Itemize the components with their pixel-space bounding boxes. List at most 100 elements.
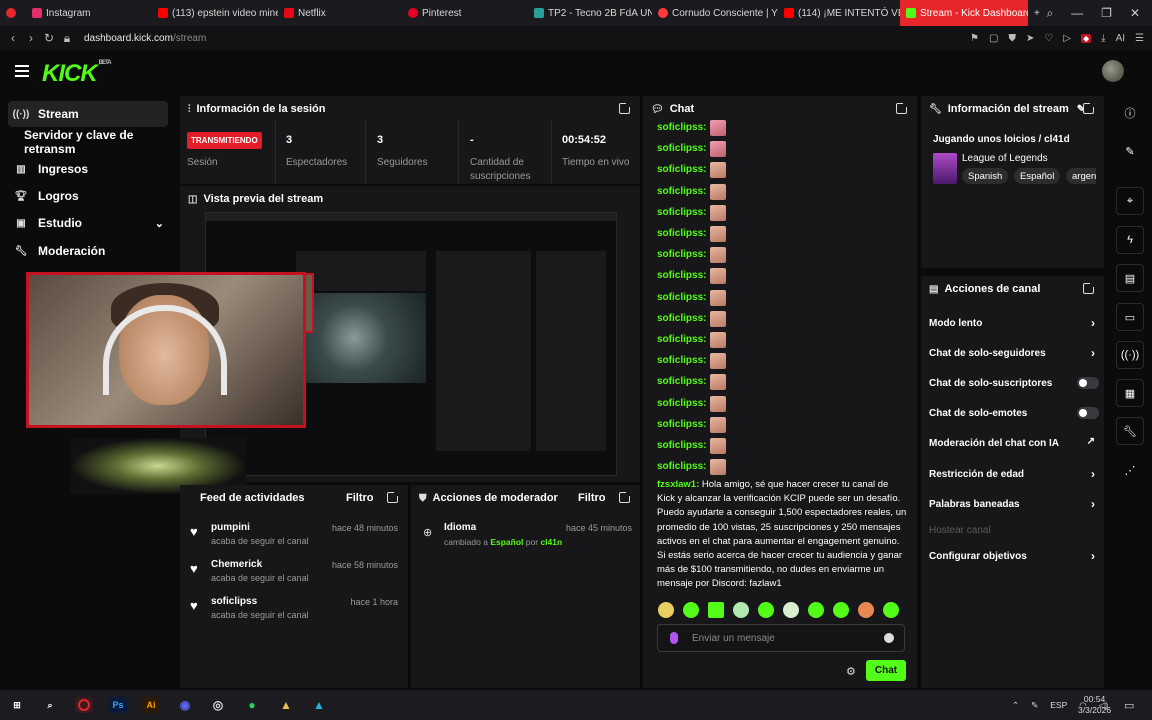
chat-username[interactable]: soficlipss: <box>657 207 706 218</box>
emote-icon[interactable] <box>883 602 899 618</box>
chat-username[interactable]: soficlipss: <box>657 461 706 472</box>
message-icon[interactable]: ▭ <box>1116 303 1144 331</box>
reload-icon[interactable]: ↻ <box>40 31 58 45</box>
photoshop-icon[interactable]: Ps <box>109 697 127 713</box>
chat-username[interactable]: soficlipss: <box>657 355 706 366</box>
sidebar-item-estudio[interactable]: ▣ Estudio ⌄ <box>8 210 168 236</box>
filter-button[interactable]: Filtro <box>578 492 606 504</box>
info-icon[interactable]: ⓘ <box>1116 99 1144 127</box>
notifications-icon[interactable]: ▭ <box>1124 690 1134 720</box>
popout-icon[interactable] <box>387 491 399 503</box>
browser-menu[interactable] <box>0 0 26 26</box>
layout-icon[interactable]: ▦ <box>1116 379 1144 407</box>
broadcast-icon[interactable]: ((·)) <box>1116 341 1144 369</box>
feed-username[interactable]: soficlipss <box>211 596 257 607</box>
ai-button[interactable]: AI <box>1116 33 1125 44</box>
gear-icon[interactable]: ⚙ <box>846 665 856 678</box>
emote-icon[interactable] <box>658 602 674 618</box>
chat-username[interactable]: soficlipss: <box>657 440 706 451</box>
send-chat-button[interactable]: Chat <box>866 660 906 681</box>
send-icon[interactable]: ➤ <box>1026 33 1034 44</box>
feed-username[interactable]: Chemerick <box>211 559 262 570</box>
windows-start-icon[interactable]: ⊞ <box>8 697 26 713</box>
emote-icon[interactable] <box>733 602 749 618</box>
screenshot-icon[interactable]: ▢ <box>989 33 998 44</box>
pencil-icon[interactable]: ✎ <box>1116 137 1144 165</box>
tab-youtube-2[interactable]: (114) ¡ME INTENTÓ VEN <box>778 0 900 26</box>
forward-icon[interactable]: › <box>22 31 40 45</box>
tag-chip[interactable]: Español <box>1014 168 1061 184</box>
tab-kick-dashboard[interactable]: Stream - Kick Dashboard <box>900 0 1028 26</box>
search-icon[interactable]: ⌕ <box>41 697 59 713</box>
action-age-restriction[interactable]: Restricción de edad › <box>929 464 1099 484</box>
opera-icon[interactable] <box>75 697 93 713</box>
emote-icon[interactable] <box>683 602 699 618</box>
popout-icon[interactable] <box>619 491 631 503</box>
emote-icon[interactable] <box>783 602 799 618</box>
chat-input[interactable]: Enviar un mensaje <box>657 624 905 652</box>
chat-username[interactable]: fzsxlaw1: <box>657 479 699 490</box>
action-banned-words[interactable]: Palabras baneadas › <box>929 494 1099 514</box>
mic-icon[interactable] <box>670 632 678 644</box>
feed-username[interactable]: pumpini <box>211 522 250 533</box>
detail-user[interactable]: cl41n <box>540 537 562 547</box>
discord-icon[interactable]: ◉ <box>176 697 194 713</box>
tag-chip[interactable]: Spanish <box>962 168 1009 184</box>
obs-icon[interactable]: ◎ <box>209 697 227 713</box>
chat-username[interactable]: soficlipss: <box>657 334 706 345</box>
category-name[interactable]: League of Legends <box>962 153 1048 164</box>
close-window-icon[interactable]: ✕ <box>1130 6 1140 20</box>
emote-icon[interactable] <box>858 602 874 618</box>
app-icon[interactable]: ▲ <box>277 697 295 713</box>
pen-icon[interactable]: ✎ <box>1031 700 1038 711</box>
tab-tp2[interactable]: TP2 - Tecno 2B FdA UN <box>528 0 652 26</box>
chat-username[interactable]: soficlipss: <box>657 419 706 430</box>
chat-username[interactable]: soficlipss: <box>657 122 706 133</box>
shield-icon[interactable]: ⛊ <box>1008 33 1016 44</box>
emote-icon[interactable] <box>708 602 724 618</box>
tab-cornudo[interactable]: Cornudo Consciente | Y <box>652 0 778 26</box>
clock[interactable]: 00:54 3/3/2026 <box>1078 690 1111 720</box>
wrench-icon[interactable]: 🔧︎ <box>1116 417 1144 445</box>
kick-logo[interactable]: KICK BETA <box>42 60 112 88</box>
chat-username[interactable]: soficlipss: <box>657 164 706 175</box>
chat-username[interactable]: soficlipss: <box>657 228 706 239</box>
tab-pinterest[interactable]: Pinterest <box>402 0 528 26</box>
filter-button[interactable]: Filtro <box>346 492 374 504</box>
action-ai-moderation[interactable]: Moderación del chat con IA ↗ <box>929 433 1099 453</box>
tag-chip[interactable]: argen <box>1066 168 1096 184</box>
popout-icon[interactable] <box>619 102 631 114</box>
tab-netflix[interactable]: Netflix <box>278 0 402 26</box>
app-icon-2[interactable]: ▲ <box>310 697 328 713</box>
heart-icon[interactable]: ♡ <box>1044 33 1053 44</box>
extension-badge-icon[interactable]: ◆ <box>1081 33 1092 43</box>
chevron-up-icon[interactable]: ⌃ <box>1012 700 1019 711</box>
action-configure-goals[interactable]: Configurar objetivos › <box>929 546 1099 566</box>
tab-instagram[interactable]: Instagram <box>26 0 152 26</box>
chat-username[interactable]: soficlipss: <box>657 143 706 154</box>
sidebar-item-server-key[interactable]: Servidor y clave de retransm <box>24 128 184 156</box>
emote-icon[interactable] <box>833 602 849 618</box>
chat-username[interactable]: soficlipss: <box>657 376 706 387</box>
action-followers-only[interactable]: Chat de solo-seguidores › <box>929 343 1099 363</box>
illustrator-icon[interactable]: Ai <box>142 697 160 713</box>
toggle-switch[interactable] <box>1077 407 1099 419</box>
language-indicator[interactable]: ESP <box>1050 700 1067 710</box>
sidebar-item-moderacion[interactable]: 🔧︎ Moderación <box>8 238 168 264</box>
search-tabs-icon[interactable]: ⌕ <box>1046 6 1053 21</box>
sidebar-item-stream[interactable]: ((·)) Stream <box>8 101 168 127</box>
url-field[interactable]: dashboard.kick.com/stream <box>84 33 206 44</box>
popout-icon[interactable] <box>896 102 908 114</box>
tab-youtube-1[interactable]: (113) epstein video mine <box>152 0 278 26</box>
play-icon[interactable]: ▷ <box>1063 33 1071 44</box>
share-icon[interactable]: ⋰ <box>1116 456 1144 484</box>
sidebar-item-logros[interactable]: 🏆︎ Logros <box>8 183 168 209</box>
emote-icon[interactable] <box>758 602 774 618</box>
back-icon[interactable]: ‹ <box>4 31 22 45</box>
chat-username[interactable]: soficlipss: <box>657 249 706 260</box>
action-slow-mode[interactable]: Modo lento › <box>929 313 1099 333</box>
toggle-switch[interactable] <box>1077 377 1099 389</box>
chat-username[interactable]: soficlipss: <box>657 270 706 281</box>
popout-icon[interactable] <box>1083 102 1095 114</box>
sidebar-item-ingresos[interactable]: ▥ Ingresos <box>8 156 168 182</box>
